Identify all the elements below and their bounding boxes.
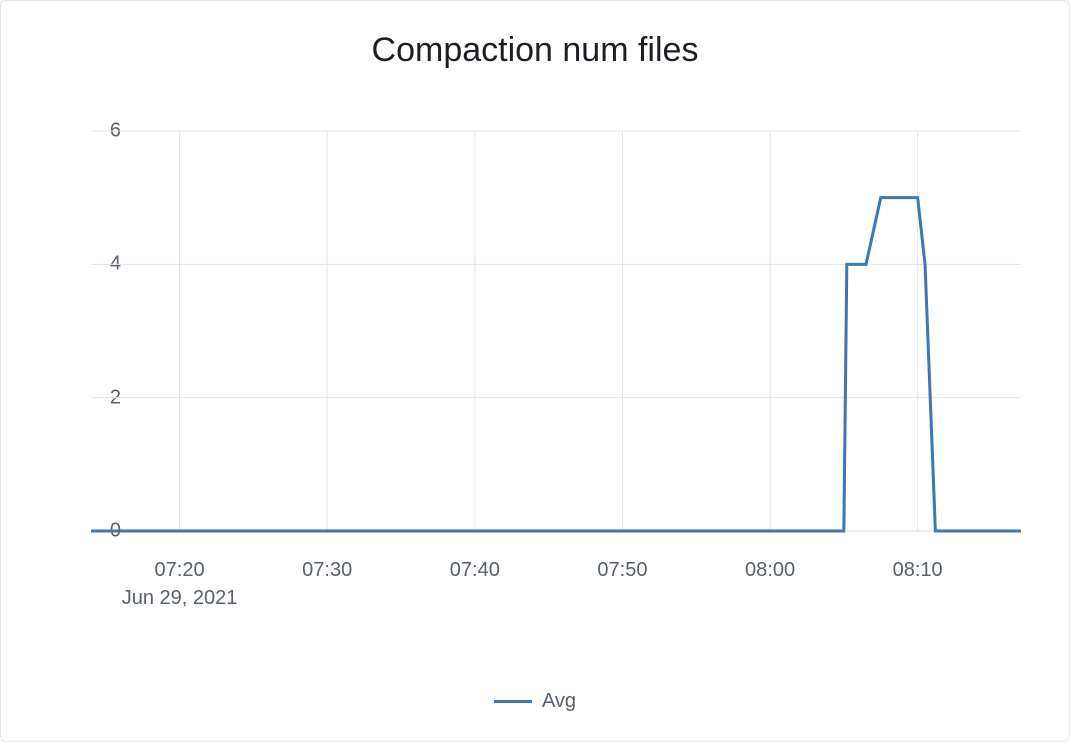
x-tick-label: 07:30 <box>302 559 352 582</box>
x-tick-label: 07:20 <box>155 559 205 582</box>
chart-title: Compaction num files <box>1 31 1069 70</box>
legend-swatch <box>494 700 532 703</box>
x-tick-label: 07:40 <box>450 559 500 582</box>
plot-svg <box>91 131 1021 531</box>
plot-area <box>91 131 1021 531</box>
legend: Avg <box>1 690 1069 713</box>
x-tick-label: 08:00 <box>745 559 795 582</box>
x-tick-label: 07:50 <box>597 559 647 582</box>
x-tick-label: 08:10 <box>893 559 943 582</box>
legend-label: Avg <box>542 690 576 713</box>
x-date-label: Jun 29, 2021 <box>122 587 238 610</box>
chart-container: Compaction num files 0 2 4 6 07:20 07:30… <box>0 0 1070 742</box>
series-line <box>91 198 1021 531</box>
